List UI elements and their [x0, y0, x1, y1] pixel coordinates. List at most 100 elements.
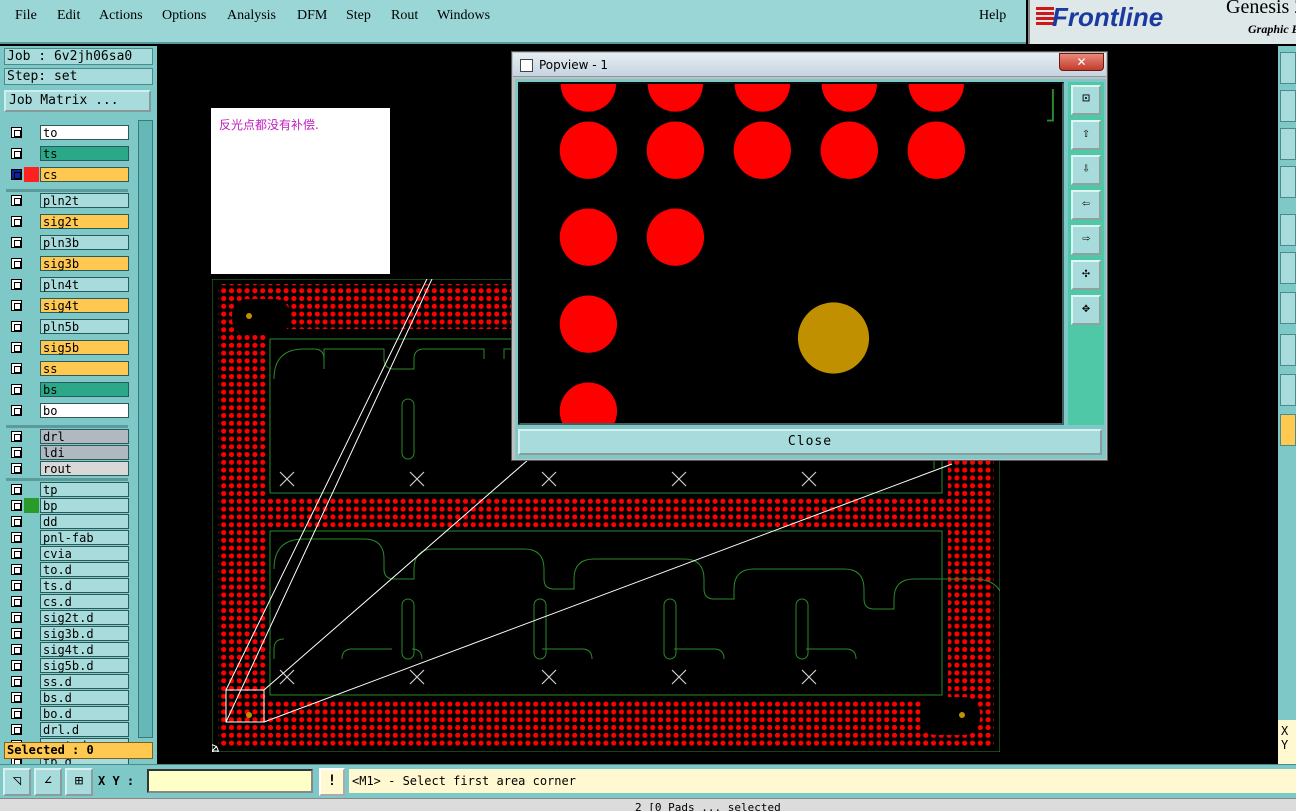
popview-titlebar[interactable]: Popview - 1 ✕ [513, 53, 1106, 77]
layer-checkbox[interactable] [11, 644, 22, 655]
layer-row-bo[interactable]: bo [6, 403, 129, 418]
layer-row-cs-d[interactable]: cs.d [6, 594, 129, 609]
layer-name[interactable]: bs [40, 382, 129, 397]
layer-checkbox[interactable] [11, 692, 22, 703]
pan-up-icon[interactable]: ⇧ [1071, 120, 1101, 150]
layer-name[interactable]: pln5b [40, 319, 129, 334]
pan-left-icon[interactable]: ⇦ [1071, 190, 1101, 220]
layer-checkbox[interactable] [11, 127, 22, 138]
layer-row-sig4t[interactable]: sig4t [6, 298, 129, 313]
layer-checkbox[interactable] [11, 321, 22, 332]
layer-name[interactable]: cs [40, 167, 129, 182]
layer-row-bo-d[interactable]: bo.d [6, 706, 129, 721]
layer-checkbox[interactable] [11, 258, 22, 269]
zoom-out-icon[interactable]: ✥ [1071, 295, 1101, 325]
tool-button-7[interactable] [1280, 292, 1296, 324]
layer-row-tp[interactable]: tp [6, 482, 129, 497]
layer-name[interactable]: ss [40, 361, 129, 376]
layer-row-rout[interactable]: rout [6, 461, 129, 476]
alert-icon[interactable]: ! [319, 768, 345, 796]
layer-row-sig2t-d[interactable]: sig2t.d [6, 610, 129, 625]
layer-name[interactable]: bs.d [40, 690, 129, 705]
layer-checkbox[interactable] [11, 384, 22, 395]
tool-button-2[interactable] [1280, 90, 1296, 122]
layer-name[interactable]: pln3b [40, 235, 129, 250]
layer-name[interactable]: bp [40, 498, 129, 513]
layer-checkbox[interactable] [11, 300, 22, 311]
layer-checkbox[interactable] [11, 676, 22, 687]
layer-row-sig2t[interactable]: sig2t [6, 214, 129, 229]
layer-name[interactable]: sig5b [40, 340, 129, 355]
zoom-fit-icon[interactable]: ⊡ [1071, 85, 1101, 115]
layer-checkbox[interactable] [11, 463, 22, 474]
layer-checkbox[interactable] [11, 724, 22, 735]
pan-right-icon[interactable]: ⇨ [1071, 225, 1101, 255]
layer-row-ss-d[interactable]: ss.d [6, 674, 129, 689]
layer-checkbox[interactable] [11, 195, 22, 206]
layer-checkbox[interactable] [11, 484, 22, 495]
layer-row-sig3b[interactable]: sig3b [6, 256, 129, 271]
layer-row-ss[interactable]: ss [6, 361, 129, 376]
layer-checkbox[interactable] [11, 148, 22, 159]
layer-name[interactable]: cs.d [40, 594, 129, 609]
layer-name[interactable]: pln2t [40, 193, 129, 208]
layer-row-bs[interactable]: bs [6, 382, 129, 397]
layer-checkbox[interactable] [11, 564, 22, 575]
layer-checkbox[interactable] [11, 363, 22, 374]
layer-row-bp[interactable]: bp [6, 498, 129, 513]
layer-list-scrollbar[interactable] [138, 120, 153, 738]
zoom-in-icon[interactable]: ✣ [1071, 260, 1101, 290]
menu-file[interactable]: File [15, 8, 37, 24]
popview-close-button[interactable]: Close [518, 429, 1102, 455]
layer-row-to-d[interactable]: to.d [6, 562, 129, 577]
menu-dfm[interactable]: DFM [297, 8, 327, 24]
layer-name[interactable]: ldi [40, 445, 129, 460]
menu-edit[interactable]: Edit [57, 8, 80, 24]
layer-name[interactable]: ts [40, 146, 129, 161]
layer-row-dd[interactable]: dd [6, 514, 129, 529]
layer-row-pnl-fab[interactable]: pnl-fab [6, 530, 129, 545]
layer-name[interactable]: pnl-fab [40, 530, 129, 545]
layer-row-ts[interactable]: ts [6, 146, 129, 161]
job-matrix-button[interactable]: Job Matrix ... [4, 90, 151, 112]
layer-row-bs-d[interactable]: bs.d [6, 690, 129, 705]
layer-row-sig4t-d[interactable]: sig4t.d [6, 642, 129, 657]
tool-button-9[interactable] [1280, 374, 1296, 406]
layer-name[interactable]: tp [40, 482, 129, 497]
layer-checkbox[interactable] [11, 516, 22, 527]
layer-row-cs[interactable]: cs [6, 167, 129, 182]
menu-windows[interactable]: Windows [437, 8, 490, 24]
layer-checkbox[interactable] [11, 447, 22, 458]
layer-row-pln2t[interactable]: pln2t [6, 193, 129, 208]
layer-name[interactable]: sig4t.d [40, 642, 129, 657]
layer-row-ldi[interactable]: ldi [6, 445, 129, 460]
layer-checkbox[interactable] [11, 279, 22, 290]
layer-checkbox[interactable] [11, 500, 22, 511]
layer-name[interactable]: sig5b.d [40, 658, 129, 673]
grid-icon[interactable]: ⊞ [65, 768, 93, 796]
layer-checkbox[interactable] [11, 237, 22, 248]
tool-button-10[interactable] [1280, 414, 1296, 446]
layer-name[interactable]: drl.d [40, 722, 129, 737]
snap-icon[interactable]: ◹ [3, 768, 31, 796]
layer-name[interactable]: sig4t [40, 298, 129, 313]
tool-button-1[interactable] [1280, 52, 1296, 84]
layer-row-drl-d[interactable]: drl.d [6, 722, 129, 737]
layer-row-sig3b-d[interactable]: sig3b.d [6, 626, 129, 641]
layer-row-ts-d[interactable]: ts.d [6, 578, 129, 593]
pan-down-icon[interactable]: ⇩ [1071, 155, 1101, 185]
layer-row-cvia[interactable]: cvia [6, 546, 129, 561]
layer-checkbox[interactable] [11, 580, 22, 591]
layer-row-drl[interactable]: drl [6, 429, 129, 444]
layer-checkbox[interactable] [11, 660, 22, 671]
layer-name[interactable]: sig2t [40, 214, 129, 229]
menu-step[interactable]: Step [346, 8, 371, 24]
tool-button-8[interactable] [1280, 334, 1296, 366]
layer-name[interactable]: ts.d [40, 578, 129, 593]
layer-name[interactable]: sig3b.d [40, 626, 129, 641]
layer-checkbox[interactable] [11, 596, 22, 607]
layer-name[interactable]: drl [40, 429, 129, 444]
layer-row-pln3b[interactable]: pln3b [6, 235, 129, 250]
layer-row-sig5b-d[interactable]: sig5b.d [6, 658, 129, 673]
tool-button-6[interactable] [1280, 252, 1296, 284]
